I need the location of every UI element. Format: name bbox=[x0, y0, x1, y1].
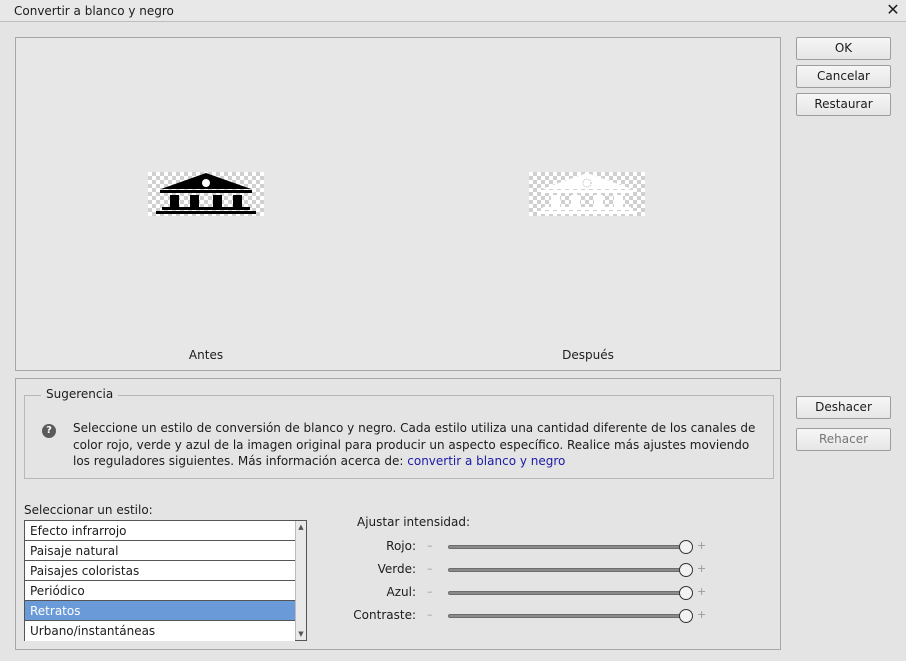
list-item[interactable]: Urbano/instantáneas bbox=[25, 621, 295, 641]
slider-label: Azul: bbox=[386, 585, 417, 599]
title-bar: Convertir a blanco y negro ✕ bbox=[0, 0, 906, 22]
ok-button[interactable]: OK bbox=[796, 37, 891, 60]
slider-label: Contraste: bbox=[353, 608, 416, 622]
slider-row-green: Verde: – + bbox=[357, 562, 717, 580]
slider-label: Verde: bbox=[377, 562, 416, 576]
building-icon bbox=[156, 173, 256, 214]
hint-link[interactable]: convertir a blanco y negro bbox=[407, 454, 565, 468]
building-icon bbox=[537, 173, 637, 214]
slider-track[interactable] bbox=[448, 591, 686, 595]
cancel-button[interactable]: Cancelar bbox=[796, 65, 891, 88]
slider-row-red: Rojo: – + bbox=[357, 539, 717, 557]
hint-legend: Sugerencia bbox=[41, 387, 119, 401]
slider-row-contrast: Contraste: – + bbox=[353, 608, 717, 626]
list-item[interactable]: Paisaje natural bbox=[25, 541, 295, 561]
list-item-selected[interactable]: Retratos bbox=[25, 601, 295, 621]
undo-button[interactable]: Deshacer bbox=[796, 396, 891, 419]
help-icon: ? bbox=[42, 424, 56, 438]
slider-handle[interactable] bbox=[679, 586, 693, 600]
plus-icon: + bbox=[697, 608, 707, 621]
plus-icon: + bbox=[697, 539, 707, 552]
before-thumbnail bbox=[148, 172, 264, 216]
scroll-up-icon[interactable]: ▲ bbox=[296, 522, 306, 532]
slider-label: Rojo: bbox=[386, 539, 416, 553]
before-label: Antes bbox=[188, 348, 224, 362]
hint-text: Seleccione un estilo de conversión de bl… bbox=[73, 420, 763, 470]
redo-button: Rehacer bbox=[796, 428, 891, 451]
list-scrollbar[interactable]: ▲ ▼ bbox=[295, 521, 306, 640]
slider-track[interactable] bbox=[448, 614, 686, 618]
intensity-label: Ajustar intensidad: bbox=[357, 515, 471, 529]
after-label: Después bbox=[562, 348, 614, 362]
options-panel: Sugerencia ? Seleccione un estilo de con… bbox=[15, 378, 781, 650]
style-list[interactable]: Efecto infrarrojo Paisaje natural Paisaj… bbox=[24, 520, 307, 641]
list-item[interactable]: Paisajes coloristas bbox=[25, 561, 295, 581]
slider-track[interactable] bbox=[448, 545, 686, 549]
slider-row-blue: Azul: – + bbox=[357, 585, 717, 603]
minus-icon: – bbox=[427, 562, 433, 575]
slider-track[interactable] bbox=[448, 568, 686, 572]
slider-handle[interactable] bbox=[679, 540, 693, 554]
window-title: Convertir a blanco y negro bbox=[14, 4, 174, 18]
plus-icon: + bbox=[697, 585, 707, 598]
list-item[interactable]: Efecto infrarrojo bbox=[25, 521, 295, 541]
minus-icon: – bbox=[427, 539, 433, 552]
plus-icon: + bbox=[697, 562, 707, 575]
hint-box: Sugerencia ? Seleccione un estilo de con… bbox=[24, 387, 774, 479]
scroll-down-icon[interactable]: ▼ bbox=[296, 629, 306, 639]
close-icon[interactable]: ✕ bbox=[884, 1, 902, 19]
after-thumbnail bbox=[529, 172, 645, 216]
slider-handle[interactable] bbox=[679, 609, 693, 623]
style-label: Seleccionar un estilo: bbox=[24, 503, 153, 517]
list-item[interactable]: Periódico bbox=[25, 581, 295, 601]
preview-panel: Antes Después bbox=[15, 37, 781, 371]
minus-icon: – bbox=[427, 585, 433, 598]
minus-icon: – bbox=[427, 608, 433, 621]
slider-handle[interactable] bbox=[679, 563, 693, 577]
restore-button[interactable]: Restaurar bbox=[796, 93, 891, 116]
